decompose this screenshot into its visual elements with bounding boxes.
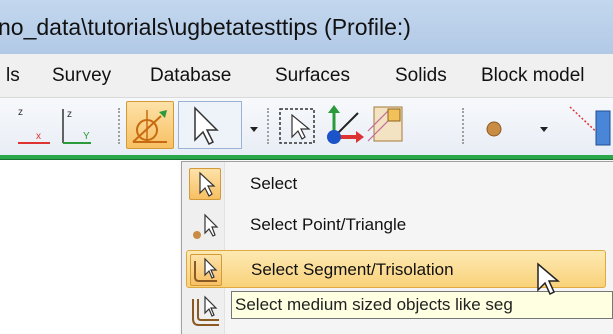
mouse-cursor-icon xyxy=(536,262,564,303)
axis-zy-icon[interactable]: z Y xyxy=(55,101,95,149)
toolbar-separator xyxy=(267,108,269,144)
svg-text:z: z xyxy=(67,109,72,120)
dropdown-arrow-icon[interactable] xyxy=(536,101,552,149)
arrow-cursor-icon[interactable] xyxy=(178,101,242,149)
menu-item-label: Select Segment/Trisolation xyxy=(251,260,454,279)
arrow-icon xyxy=(189,168,221,200)
svg-text:x: x xyxy=(36,131,41,142)
menu-survey[interactable]: Survey xyxy=(52,65,111,87)
menu-solids[interactable]: Solids xyxy=(395,65,447,87)
title-bar: no_data\tutorials\ugbetatesttips (Profil… xyxy=(0,0,613,54)
point-arrow-icon xyxy=(189,209,221,241)
menu-tools[interactable]: ls xyxy=(6,65,20,87)
svg-text:z: z xyxy=(18,107,23,118)
toolbar: z x z Y xyxy=(0,98,613,156)
toolbar-separator xyxy=(462,108,464,144)
window-title: no_data\tutorials\ugbetatesttips (Profil… xyxy=(0,14,411,40)
axis-xz-icon[interactable]: z x xyxy=(12,101,52,149)
menu-item-label: Select xyxy=(250,174,298,193)
menu-bar: ls Survey Database Surfaces Solids Block… xyxy=(0,54,613,98)
select-tool-icon[interactable] xyxy=(126,101,174,149)
sphere-icon[interactable] xyxy=(480,101,510,149)
dropdown-arrow-icon[interactable] xyxy=(246,101,262,149)
menu-item-label: Select Point/Triangle xyxy=(250,215,407,234)
menu-surfaces[interactable]: Surfaces xyxy=(275,65,350,87)
menu-item-select[interactable]: Select xyxy=(186,165,606,203)
menu-block-model[interactable]: Block model xyxy=(481,65,585,87)
object-arrow-icon xyxy=(189,295,221,327)
grid-icon[interactable] xyxy=(366,101,406,149)
segment-arrow-icon xyxy=(190,254,222,286)
tooltip-text: Select medium sized objects like seg xyxy=(235,295,513,314)
line-icon[interactable] xyxy=(566,101,613,149)
menu-database[interactable]: Database xyxy=(150,65,231,87)
svg-text:Y: Y xyxy=(83,131,90,142)
toolbar-separator xyxy=(118,108,120,144)
select-box-icon[interactable] xyxy=(278,101,318,149)
menu-item-select-point[interactable]: Select Point/Triangle xyxy=(186,206,606,244)
move-axes-icon[interactable] xyxy=(322,101,364,149)
